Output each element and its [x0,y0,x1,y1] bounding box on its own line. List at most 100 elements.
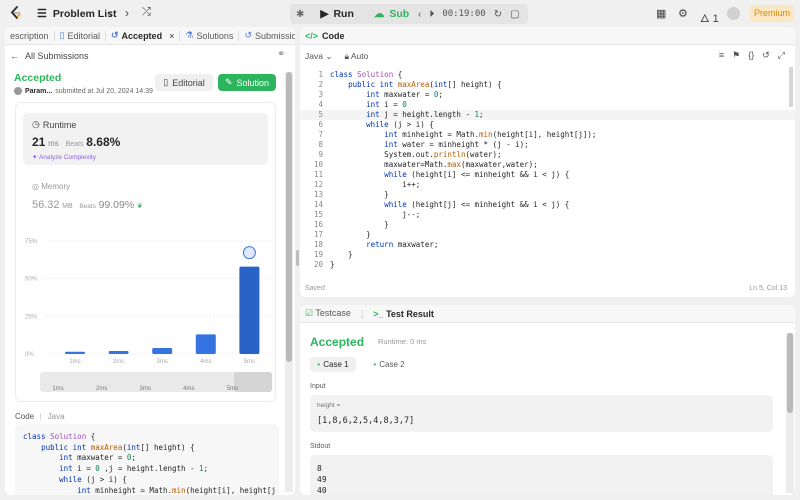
case-2-label: Case 2 [379,360,405,369]
slider-handle[interactable] [234,372,272,392]
problem-list-button[interactable]: ☰ Problem List [37,7,116,21]
user-avatar[interactable] [727,7,740,20]
chart-bar[interactable] [239,266,260,354]
submitted-code-block[interactable]: class Solution { public int maxArea(int[… [15,424,279,495]
terminal-icon: >_ [373,308,384,319]
editorial-button-label: Editorial [172,77,205,88]
language-select[interactable]: Java ⌄ [305,51,332,62]
memory-value: 56.32 MB Beats 99.09% ❦ [32,199,143,211]
runtime-box[interactable]: ◷ Runtime 21 ms Beats 8.68% ✦ Analyze Co… [23,113,268,165]
book-icon: ▯ [163,77,169,87]
y-tick-label: 25% [25,314,38,320]
code-line: int i = 0 [366,100,407,109]
analyze-complexity-link[interactable]: ✦ Analyze Complexity [32,153,96,161]
line-number: 8 [318,140,323,149]
fullscreen-icon[interactable]: ⤢ [778,50,785,61]
code-line: while (height[i] <= minheight && i < j) … [384,170,570,179]
solution-button[interactable]: ✎ Solution [218,74,276,91]
close-tab-icon[interactable]: × [169,31,174,41]
shuffle-icon[interactable]: ⤮ [142,6,151,19]
tab-solutions[interactable]: ⚗ Solutions [180,30,240,41]
reset-code-icon[interactable]: ↺ [762,50,770,61]
code-line: } [330,220,389,229]
line-number: 3 [318,90,323,99]
tab-submissions[interactable]: ↺Submissions [239,30,295,41]
code-line: j--; [330,210,421,219]
left-tabs: escription ▯ Editorial ↺ Accepted × ⚗ Soluti… [5,27,295,45]
tab-editorial-label: Editorial [67,30,100,41]
chart-bar[interactable] [152,347,173,354]
chart-bar[interactable] [65,351,85,354]
slider-tick-label: 3ms [139,386,151,392]
code-editor-panel: </> Code Java ⌄ 🔒︎ Auto ≡ ⚑ {} ↺ ⤢ 12345… [300,27,795,297]
tab-editorial[interactable]: ▯ Editorial [55,30,106,41]
case-2-tab[interactable]: • Case 2 [366,357,412,372]
test-result-panel: ☑ Testcase | >_ Test Result Accepted Run… [300,305,795,495]
user-avatar-small [14,87,22,95]
auto-mode-label: Auto [350,51,369,61]
result-scrollbar[interactable] [786,333,794,493]
note-icon[interactable]: ▢ [510,9,519,20]
username[interactable]: Param... [25,88,52,95]
run-label: Run [333,8,354,20]
run-button[interactable]: ▶ Run [310,4,364,24]
tab-testcase[interactable]: ☑ Testcase [305,308,351,319]
code-line: } [330,260,335,269]
debug-icon[interactable]: ✱ [290,9,310,20]
line-number: 2 [318,80,323,89]
chart-bar[interactable] [108,350,129,354]
tab-description[interactable]: escription [5,30,55,41]
reset-timer-icon[interactable]: ↻ [494,9,502,20]
prev-problem-icon[interactable]: ‹ [108,6,112,20]
next-problem-icon[interactable]: › [125,6,129,20]
code-line: i++; [330,180,421,189]
timer-play-icon[interactable]: ⏵ [429,9,434,20]
all-submissions-link[interactable]: ← All Submissions [10,51,89,61]
line-number: 5 [318,110,323,119]
language-value: Java [305,51,323,61]
code-line: while (j > i) { [366,120,434,129]
stdout-box: 8 49 40 [310,455,773,495]
left-scrollbar-thumb[interactable] [286,72,292,362]
tab-accepted[interactable]: ↺ Accepted × [106,30,181,41]
chart-bar[interactable] [195,334,216,354]
code-line: int water = minheight * (j - i); [384,140,529,149]
line-number: 10 [313,160,323,169]
x-tick-label: 3ms [157,359,168,365]
line-number: 18 [313,240,323,249]
code-section-label: Code | Java [15,412,65,421]
editor-toolbar: Java ⌄ 🔒︎ Auto [305,51,368,62]
code-line: public int maxArea(int[] height) { [348,80,502,89]
chart-range-slider[interactable]: 1ms 2ms 3ms 4ms 5ms [40,372,272,392]
collapse-timer-icon[interactable]: ‹ [418,9,421,20]
code-lang-text: Java [47,412,65,421]
editorial-button[interactable]: ▯ Editorial [155,74,213,91]
editor-header: </> Code [300,27,795,45]
submitted-code-line: class Solution { [23,432,96,441]
auto-mode-toggle[interactable]: 🔒︎ Auto [344,51,368,62]
settings-gear-icon[interactable]: ⚙ [678,7,688,20]
result-scrollbar-thumb[interactable] [787,333,793,413]
case-1-tab[interactable]: • Case 1 [310,357,356,372]
link-icon[interactable]: ⚭ [277,49,285,60]
runtime-label: ◷ Runtime [32,119,76,130]
layout-grid-icon[interactable]: ▦ [656,7,666,20]
test-result-tab-label: Test Result [386,308,434,319]
submitted-code-line: int maxwater = 0; [59,453,136,463]
tab-test-result[interactable]: >_ Test Result [373,309,434,319]
input-key: height = [317,402,341,409]
code-line: while (height[j] <= minheight && i < j) … [384,200,570,209]
line-number: 17 [313,230,323,239]
code-text-area[interactable]: class Solution { public int maxArea(int[… [330,70,596,270]
premium-button[interactable]: Premium [750,5,794,22]
braces-icon[interactable]: {} [748,50,754,61]
y-tick-label: 0% [25,352,34,358]
leetcode-logo-icon[interactable] [8,5,24,21]
left-scrollbar[interactable] [285,72,293,492]
memory-label[interactable]: ◎ Memory [32,182,70,191]
submitted-code-line: while (j > i) { [59,474,127,484]
streak-fire-icon[interactable]: 🜂 1 [700,7,719,29]
panel-resize-handle[interactable] [296,250,299,266]
format-icon[interactable]: ≡ [719,50,724,61]
bookmark-icon[interactable]: ⚑ [732,50,740,61]
